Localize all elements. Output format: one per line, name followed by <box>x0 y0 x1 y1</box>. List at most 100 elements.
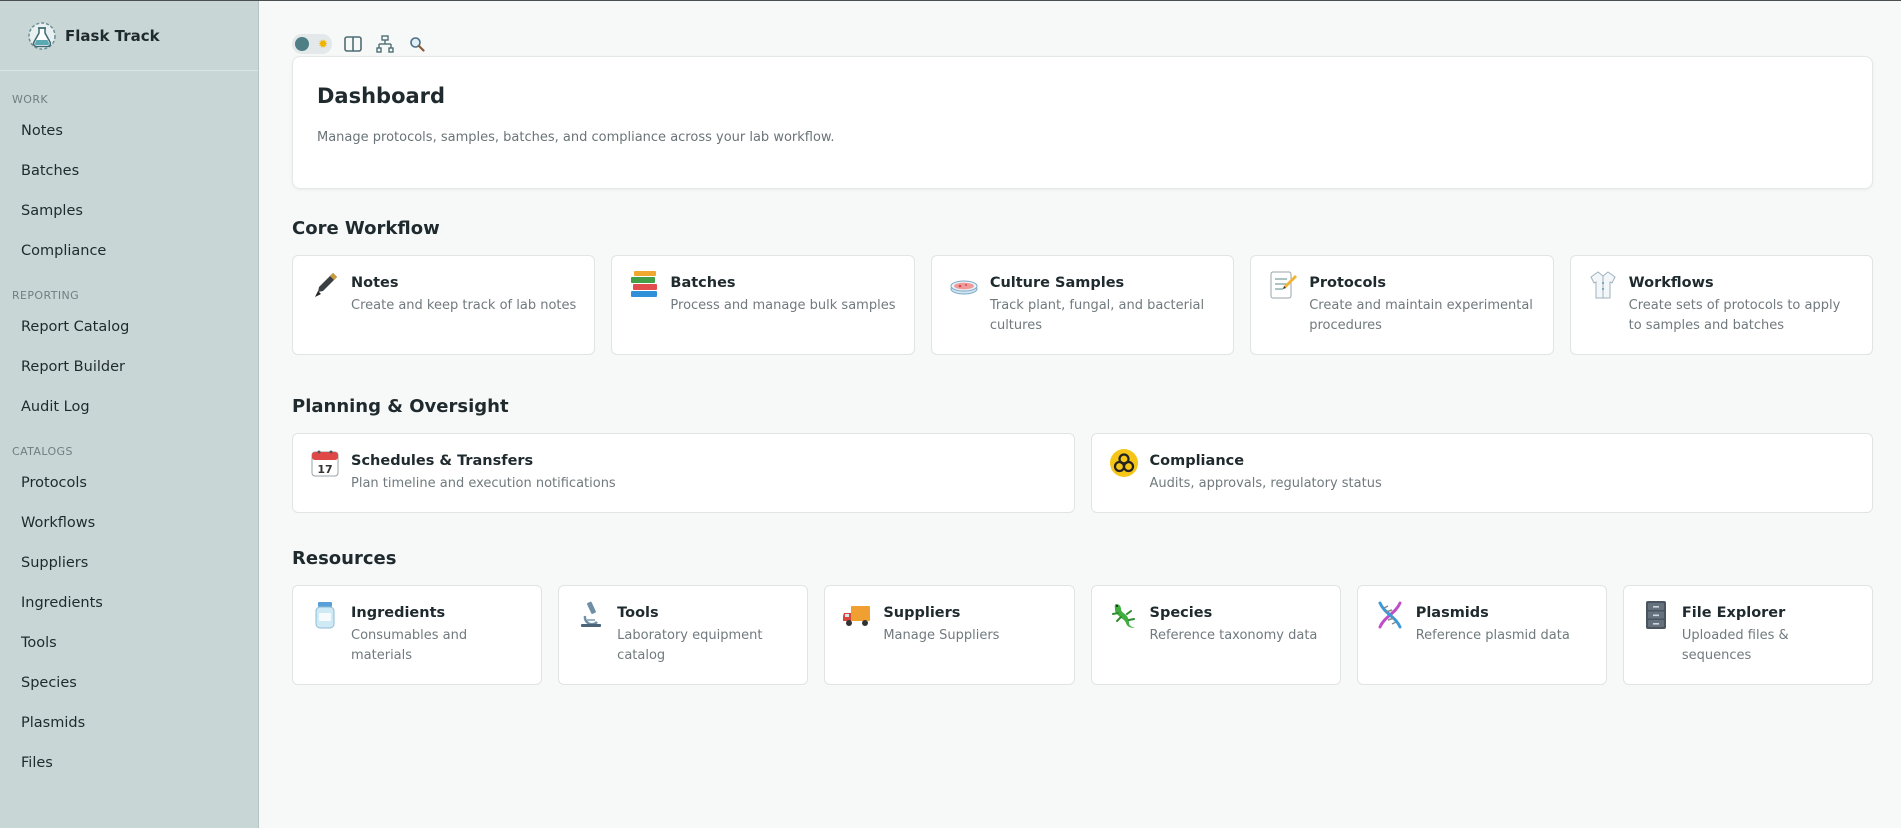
card-schedules-transfers[interactable]: 17 Schedules & Transfers Plan timeline a… <box>292 433 1075 513</box>
section-title-resources: Resources <box>292 548 397 569</box>
card-title: Batches <box>670 275 736 291</box>
card-description: Laboratory equipment catalog <box>617 628 763 663</box>
sidebar-item-suppliers[interactable]: Suppliers <box>0 543 258 583</box>
page-title: Dashboard <box>317 84 446 108</box>
planning-grid: 17 Schedules & Transfers Plan timeline a… <box>292 433 1873 513</box>
toggle-knob <box>295 37 309 51</box>
card-body: Workflows Create sets of protocols to ap… <box>1629 270 1856 340</box>
books-icon <box>628 269 660 301</box>
calendar-icon: 17 <box>309 447 341 479</box>
card-title: Schedules & Transfers <box>351 453 534 469</box>
card-description: Process and manage bulk samples <box>670 298 896 313</box>
card-title: Plasmids <box>1415 605 1489 621</box>
sidebar-item-report-catalog[interactable]: Report Catalog <box>0 307 258 347</box>
card-body: Culture Samples Track plant, fungal, and… <box>990 270 1217 340</box>
card-tools[interactable]: Tools Laboratory equipment catalog <box>558 585 809 685</box>
section-label: CATALOGS <box>12 445 73 458</box>
card-protocols[interactable]: Protocols Create and maintain experiment… <box>1250 255 1554 355</box>
card-body: Schedules & Transfers Plan timeline and … <box>351 448 616 498</box>
sidebar-item-protocols[interactable]: Protocols <box>0 463 258 503</box>
delivery-truck-icon <box>841 599 873 631</box>
brand[interactable]: Flask Track <box>0 1 258 71</box>
card-species[interactable]: Species Reference taxonomy data <box>1090 585 1341 685</box>
sidebar-item-batches[interactable]: Batches <box>0 151 258 191</box>
card-description: Plan timeline and execution notification… <box>351 476 616 491</box>
card-body: Batches Process and manage bulk samples <box>670 270 895 340</box>
sidebar-item-audit-log[interactable]: Audit Log <box>0 387 258 427</box>
card-description: Create and keep track of lab notes <box>351 298 577 313</box>
page-subtitle: Manage protocols, samples, batches, and … <box>317 130 835 145</box>
petri-dish-icon <box>948 269 980 301</box>
card-title: Notes <box>351 275 399 291</box>
sun-icon: ✹ <box>317 37 328 51</box>
nav-section-work: WORK Notes Batches Samples Compliance <box>0 71 258 271</box>
card-title: Compliance <box>1149 453 1245 469</box>
card-description: Uploaded files & sequences <box>1681 628 1789 663</box>
card-workflows[interactable]: Workflows Create sets of protocols to ap… <box>1569 255 1874 355</box>
card-file-explorer[interactable]: File Explorer Uploaded files & sequences <box>1622 585 1874 685</box>
sidebar-item-notes[interactable]: Notes <box>0 111 258 151</box>
card-title: Ingredients <box>351 605 446 621</box>
card-body: Suppliers Manage Suppliers <box>883 600 999 670</box>
card-body: File Explorer Uploaded files & sequences <box>1682 600 1856 670</box>
sidebar-item-plasmids[interactable]: Plasmids <box>0 703 258 743</box>
card-suppliers[interactable]: Suppliers Manage Suppliers <box>824 585 1075 685</box>
nav-section-reporting: REPORTING Report Catalog Report Builder … <box>0 271 258 427</box>
sidebar-item-samples[interactable]: Samples <box>0 191 258 231</box>
card-description: Create and maintain experimental procedu… <box>1309 298 1533 333</box>
search-icon[interactable] <box>406 33 428 55</box>
app-name: Flask Track <box>65 26 160 45</box>
nav-section-catalogs: CATALOGS Protocols Workflows Suppliers I… <box>0 427 258 783</box>
sidebar-item-species[interactable]: Species <box>0 663 258 703</box>
card-body: Notes Create and keep track of lab notes <box>351 270 576 340</box>
calendar-date-text: 17 <box>317 463 332 476</box>
card-description: Consumables and materials <box>351 628 468 663</box>
card-description: Manage Suppliers <box>883 628 1000 643</box>
card-body: Protocols Create and maintain experiment… <box>1309 270 1536 340</box>
network-icon[interactable] <box>374 33 396 55</box>
card-title: Culture Samples <box>989 275 1125 291</box>
card-title: File Explorer <box>1681 605 1786 621</box>
card-compliance[interactable]: Compliance Audits, approvals, regulatory… <box>1090 433 1873 513</box>
card-body: Ingredients Consumables and materials <box>351 600 525 670</box>
sidebar-item-workflows[interactable]: Workflows <box>0 503 258 543</box>
memo-icon <box>1267 269 1299 301</box>
flask-logo-icon <box>25 19 59 53</box>
sidebar-item-compliance[interactable]: Compliance <box>0 231 258 271</box>
card-description: Audits, approvals, regulatory status <box>1149 476 1382 491</box>
resources-grid: Ingredients Consumables and materials To… <box>292 585 1874 685</box>
section-title-core-workflow: Core Workflow <box>292 218 440 239</box>
file-cabinet-icon <box>1640 599 1672 631</box>
card-culture-samples[interactable]: Culture Samples Track plant, fungal, and… <box>930 255 1235 355</box>
sidebar-item-files[interactable]: Files <box>0 743 258 783</box>
card-body: Plasmids Reference plasmid data <box>1416 600 1570 670</box>
card-notes[interactable]: Notes Create and keep track of lab notes <box>292 255 596 355</box>
pen-icon <box>309 269 341 301</box>
card-plasmids[interactable]: Plasmids Reference plasmid data <box>1356 585 1607 685</box>
toolbar: ✹ <box>292 33 428 55</box>
lizard-icon <box>1108 599 1140 631</box>
card-description: Reference taxonomy data <box>1149 628 1318 643</box>
sidebar-item-tools[interactable]: Tools <box>0 623 258 663</box>
microscope-icon <box>575 599 607 631</box>
split-view-icon[interactable] <box>342 33 364 55</box>
card-batches[interactable]: Batches Process and manage bulk samples <box>611 255 915 355</box>
core-workflow-grid: Notes Create and keep track of lab notes… <box>292 255 1874 355</box>
card-title: Tools <box>617 605 659 621</box>
sidebar-item-ingredients[interactable]: Ingredients <box>0 583 258 623</box>
biohazard-icon <box>1108 447 1140 479</box>
card-description: Track plant, fungal, and bacterial cultu… <box>989 298 1205 333</box>
sidebar-item-report-builder[interactable]: Report Builder <box>0 347 258 387</box>
lab-coat-icon <box>1587 269 1619 301</box>
card-title: Protocols <box>1309 275 1387 291</box>
card-ingredients[interactable]: Ingredients Consumables and materials <box>292 585 543 685</box>
card-description: Create sets of protocols to apply to sam… <box>1628 298 1841 333</box>
theme-toggle[interactable]: ✹ <box>292 34 332 54</box>
card-body: Tools Laboratory equipment catalog <box>617 600 791 670</box>
main-content: Dashboard Manage protocols, samples, bat… <box>292 56 1874 685</box>
section-label: REPORTING <box>12 289 80 302</box>
section-label: WORK <box>12 93 48 106</box>
sidebar-nav: WORK Notes Batches Samples Compliance RE… <box>0 71 258 783</box>
dashboard-header: Dashboard Manage protocols, samples, bat… <box>292 56 1873 189</box>
card-title: Suppliers <box>883 605 961 621</box>
